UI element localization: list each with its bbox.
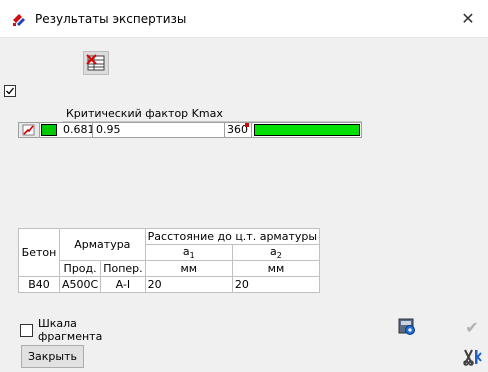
row-color-swatch [41,124,57,136]
a2-cell[interactable]: 20 [231,276,321,294]
expertise-results-window: Результаты экспертизы ✕ Критический факт… [0,0,488,372]
factor-value-1: 0.681 [63,123,93,137]
close-window-button[interactable]: ✕ [448,0,488,37]
long-rebar-header: Прод. [58,260,102,278]
factor-progress-bar [254,124,360,136]
critical-factor-row[interactable]: 0.681 0.95 360 [18,122,362,138]
table-row[interactable]: B40 A500C A-I 20 20 [18,276,321,294]
a1-cell[interactable]: 20 [144,276,233,294]
rebar-distance-table: Бетон Арматура Расстояние до ц.т. армату… [18,227,321,294]
checkmark-icon: ✔ [465,317,479,337]
close-button[interactable]: Закрыть [21,345,84,368]
critical-factor-header: Критический фактор Kmax [62,106,362,122]
fragment-scale-checkbox[interactable] [20,324,33,337]
a1-header: a1 [144,243,233,262]
checkmark-icon [6,87,15,95]
concrete-cell[interactable]: B40 [18,276,60,294]
a2-header: a2 [231,243,321,262]
long-rebar-cell[interactable]: A500C [58,276,102,294]
clear-results-button[interactable] [83,51,109,75]
app-logo-icon [13,14,25,26]
fragment-scale-label: Шкала фрагмента [38,317,103,343]
close-icon: ✕ [461,9,475,28]
show-results-checkbox[interactable] [4,85,16,97]
title-bar: Результаты экспертизы ✕ [0,0,488,38]
concrete-header: Бетон [18,227,60,278]
rebar-header: Арматура [59,227,146,262]
factor-value-2: 0.95 [96,123,121,136]
trans-rebar-header: Попер. [100,260,146,278]
settings-button[interactable] [397,317,417,337]
critical-factor-title: Критический фактор Kmax [66,107,223,120]
clear-table-icon [86,54,105,71]
settings-icon [398,318,415,335]
marker-dot [245,123,249,127]
row-edit-icon[interactable] [19,123,40,137]
a2-unit: мм [231,260,321,278]
confirm-button[interactable]: ✔ [461,316,483,338]
tools-button[interactable] [461,346,483,368]
tools-icon [463,349,482,366]
a1-unit: мм [144,260,233,278]
distance-header: Расстояние до ц.т. арматуры [144,228,321,245]
trans-rebar-cell[interactable]: A-I [100,276,146,294]
window-title: Результаты экспертизы [35,12,187,26]
critical-factor-panel: Критический фактор Kmax 0.681 0.95 360 [18,106,362,138]
